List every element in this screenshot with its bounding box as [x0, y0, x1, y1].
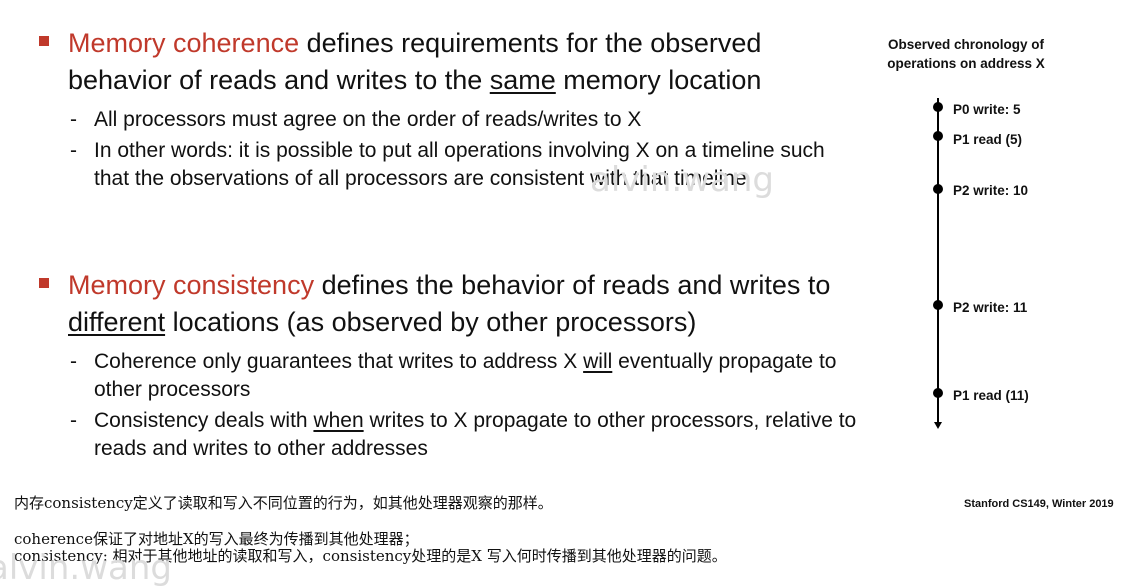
dash-icon: -: [70, 108, 77, 131]
sub-bullet: - Coherence only guarantees that writes …: [38, 348, 858, 404]
timeline-event: P1 read (11): [953, 388, 1029, 403]
timeline-dot: [933, 388, 943, 398]
sub-bullet: - All processors must agree on the order…: [38, 106, 858, 134]
watermark: alvin.wang: [0, 548, 172, 588]
underlined-same: same: [489, 65, 556, 95]
timeline-dot: [933, 131, 943, 141]
sub-bullet-text: Consistency deals with: [94, 409, 314, 432]
timeline-event: P2 write: 11: [953, 300, 1028, 315]
slide: Memory coherence defines requirements fo…: [0, 0, 1136, 588]
timeline-dot: [933, 184, 943, 194]
sub-bullet-text: All processors must agree on the order o…: [94, 108, 642, 131]
term-coherence: Memory coherence: [68, 28, 300, 58]
dash-icon: -: [70, 139, 77, 162]
note-line: 内存consistency定义了读取和写入不同位置的行为，如其他处理器观察的那样…: [14, 494, 553, 512]
bullet-consistency: Memory consistency defines the behavior …: [38, 267, 858, 463]
heading-text-end: locations (as observed by other processo…: [165, 307, 697, 337]
term-consistency: Memory consistency: [68, 270, 315, 300]
timeline-axis: [937, 98, 939, 424]
timeline-dot: [933, 102, 943, 112]
timeline-title: Observed chronology of operations on add…: [876, 35, 1056, 73]
bullet-square-icon: [39, 36, 49, 46]
timeline-dot: [933, 300, 943, 310]
timeline-event: P1 read (5): [953, 132, 1023, 147]
timeline-event: P0 write: 5: [953, 102, 1021, 117]
timeline-title-line1: Observed chronology of: [887, 37, 1045, 52]
dash-icon: -: [70, 350, 77, 373]
bullet-heading: Memory coherence defines requirements fo…: [38, 25, 858, 99]
heading-text-end: memory location: [555, 65, 762, 95]
underlined-when: when: [313, 409, 364, 432]
arrow-down-icon: [934, 422, 942, 429]
heading-text: defines the behavior of reads and writes…: [314, 270, 831, 300]
dash-icon: -: [70, 409, 77, 432]
timeline-event: P2 write: 10: [953, 183, 1029, 198]
bullet-heading: Memory consistency defines the behavior …: [38, 267, 858, 341]
sub-bullet-text: Coherence only guarantees that writes to…: [94, 350, 584, 373]
bullet-square-icon: [39, 278, 49, 288]
footer-credit: Stanford CS149, Winter 2019: [964, 498, 1114, 510]
underlined-different: different: [68, 307, 166, 337]
timeline-title-line2: operations on address X: [887, 56, 1045, 71]
watermark: alvin.wang: [590, 160, 774, 200]
sub-bullet: - Consistency deals with when writes to …: [38, 407, 858, 463]
underlined-will: will: [583, 350, 613, 373]
